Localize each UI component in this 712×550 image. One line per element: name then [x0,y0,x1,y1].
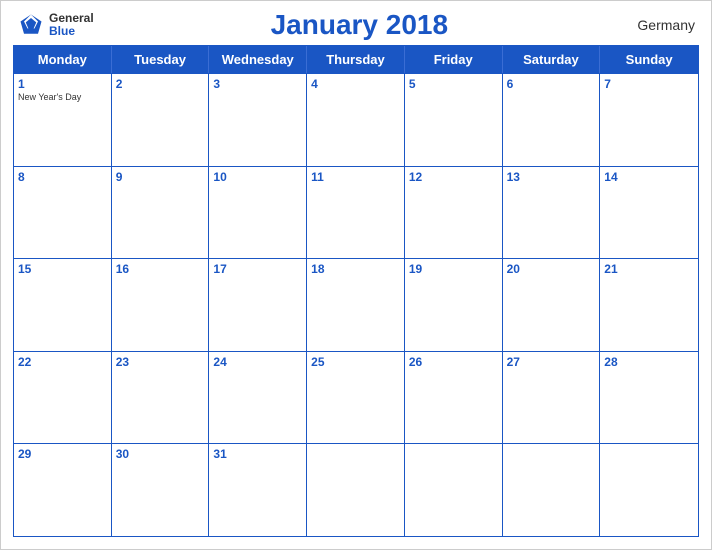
header-friday: Friday [405,46,503,73]
day-number: 31 [213,447,302,461]
day-number: 19 [409,262,498,276]
day-number: 28 [604,355,694,369]
day-cell: 10 [209,167,307,259]
day-cell: 28 [600,352,698,444]
day-cell [503,444,601,536]
day-cell: 5 [405,74,503,166]
week-row-3: 15 16 17 18 19 20 21 [14,258,698,351]
day-cell: 20 [503,259,601,351]
day-cell: 9 [112,167,210,259]
month-title: January 2018 [94,9,625,41]
day-number: 27 [507,355,596,369]
day-headers-row: Monday Tuesday Wednesday Thursday Friday… [14,46,698,73]
day-number: 20 [507,262,596,276]
day-number: 30 [116,447,205,461]
day-cell: 13 [503,167,601,259]
day-cell: 21 [600,259,698,351]
day-number: 13 [507,170,596,184]
holiday-label: New Year's Day [18,92,107,103]
day-number: 14 [604,170,694,184]
day-cell: 30 [112,444,210,536]
day-cell: 4 [307,74,405,166]
week-row-1: 1New Year's Day 234567 [14,73,698,166]
day-cell: 2 [112,74,210,166]
day-number: 12 [409,170,498,184]
day-number: 7 [604,77,694,91]
day-cell: 6 [503,74,601,166]
day-cell: 27 [503,352,601,444]
day-cell: 3 [209,74,307,166]
day-number: 2 [116,77,205,91]
day-number: 3 [213,77,302,91]
day-number: 29 [18,447,107,461]
day-number: 15 [18,262,107,276]
calendar-page: General Blue January 2018 Germany Monday… [0,0,712,550]
day-cell: 19 [405,259,503,351]
day-number: 8 [18,170,107,184]
day-cell: 16 [112,259,210,351]
day-cell: 14 [600,167,698,259]
day-number: 18 [311,262,400,276]
day-number: 6 [507,77,596,91]
day-cell: 11 [307,167,405,259]
day-number: 25 [311,355,400,369]
day-number: 5 [409,77,498,91]
day-number: 10 [213,170,302,184]
day-cell: 18 [307,259,405,351]
day-cell: 12 [405,167,503,259]
header-saturday: Saturday [503,46,601,73]
calendar-grid: Monday Tuesday Wednesday Thursday Friday… [13,45,699,537]
weeks-container: 1New Year's Day2345678910111213141516171… [14,73,698,536]
day-cell: 25 [307,352,405,444]
day-cell [307,444,405,536]
day-cell [600,444,698,536]
header-monday: Monday [14,46,112,73]
logo-blue-text: Blue [49,25,94,38]
header: General Blue January 2018 Germany [1,1,711,45]
day-number: 1 [18,77,107,91]
day-cell: 31 [209,444,307,536]
header-wednesday: Wednesday [209,46,307,73]
header-tuesday: Tuesday [112,46,210,73]
day-number: 21 [604,262,694,276]
day-number: 17 [213,262,302,276]
day-number: 9 [116,170,205,184]
header-thursday: Thursday [307,46,405,73]
day-cell: 8 [14,167,112,259]
day-cell: 24 [209,352,307,444]
day-cell: 29 [14,444,112,536]
week-row-5: 29 30 31 [14,443,698,536]
logo-icon [17,11,45,39]
country-label: Germany [625,17,695,33]
day-cell [405,444,503,536]
day-cell: 23 [112,352,210,444]
week-row-2: 89 10 11 12 13 14 [14,166,698,259]
header-sunday: Sunday [600,46,698,73]
day-cell: 1New Year's Day [14,74,112,166]
logo-text: General Blue [49,12,94,38]
day-number: 26 [409,355,498,369]
day-number: 23 [116,355,205,369]
day-cell: 15 [14,259,112,351]
day-number: 4 [311,77,400,91]
day-cell: 7 [600,74,698,166]
day-number: 16 [116,262,205,276]
logo: General Blue [17,11,94,39]
day-number: 11 [311,170,400,184]
week-row-4: 22 23 24 25 26 27 28 [14,351,698,444]
day-number: 24 [213,355,302,369]
day-cell: 26 [405,352,503,444]
day-cell: 22 [14,352,112,444]
day-cell: 17 [209,259,307,351]
day-number: 22 [18,355,107,369]
